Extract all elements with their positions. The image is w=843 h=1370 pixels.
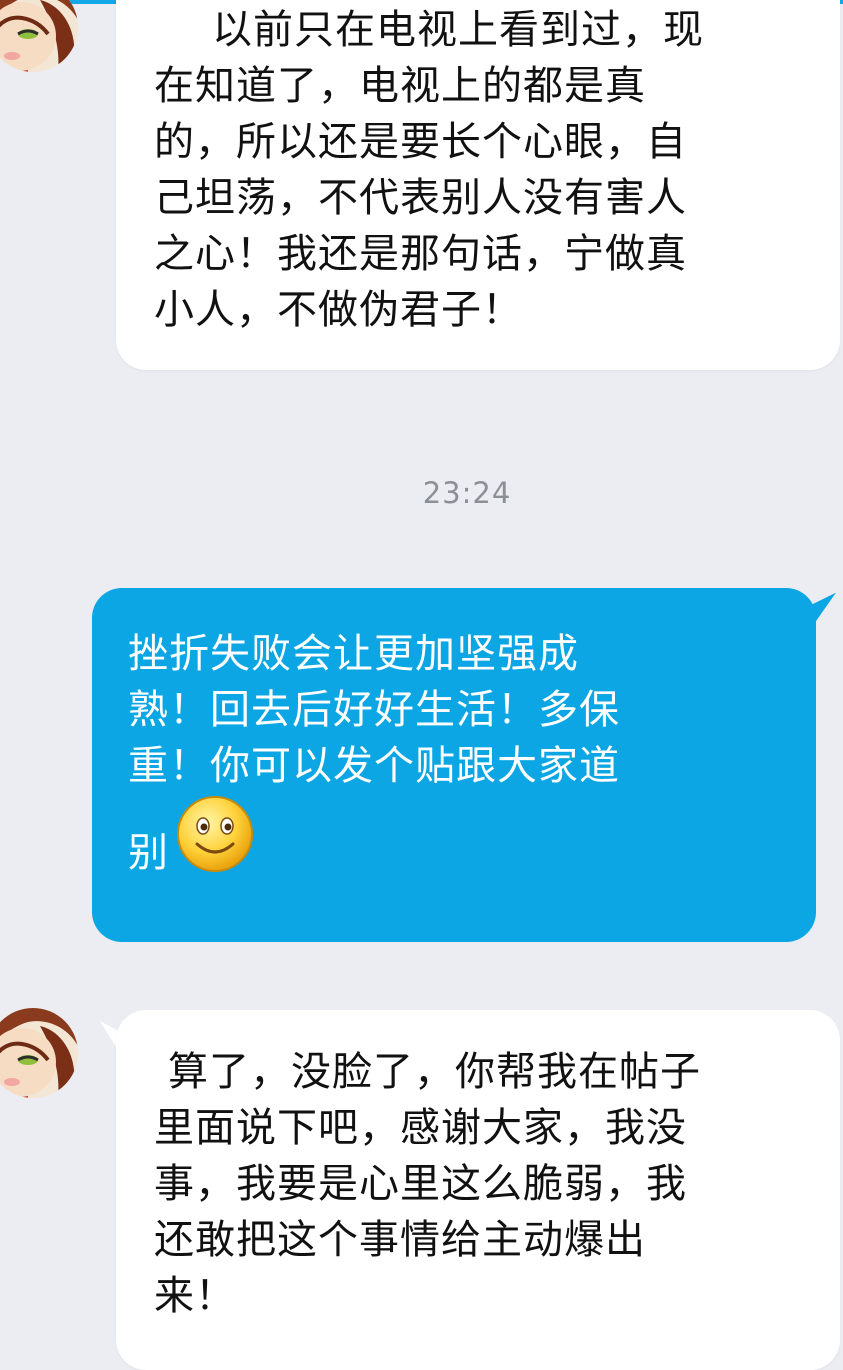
message-line: 熟！回去后好好生活！多保 — [128, 687, 620, 733]
message-line: 来！ — [154, 1273, 236, 1319]
message-line: 之心！我还是那句话，宁做真 — [154, 231, 687, 277]
outgoing-message-bubble[interactable]: 挫折失败会让更加坚强成 熟！回去后好好生活！多保 重！你可以发个贴跟大家道 别 — [92, 588, 816, 942]
message-timestamp: 23:24 — [422, 476, 512, 510]
avatar-illustration-icon — [0, 0, 78, 72]
message-line: 的，所以还是要长个心眼，自 — [154, 119, 687, 165]
contact-avatar[interactable] — [0, 1008, 78, 1098]
message-line: 事，我要是心里这么脆弱，我 — [154, 1161, 687, 1207]
message-line: 在知道了，电视上的都是真 — [154, 63, 646, 109]
message-line: 己坦荡，不代表别人没有害人 — [154, 175, 687, 221]
message-line: 挫折失败会让更加坚强成 — [128, 631, 579, 677]
message-text: 算了，没脸了，你帮我在帖子 里面说下吧，感谢大家，我没 事，我要是心里这么脆弱，… — [154, 1044, 800, 1324]
contact-avatar[interactable] — [0, 0, 78, 72]
message-line: 以前只在电视上看到过，现 — [212, 7, 704, 53]
message-line: 重！你可以发个贴跟大家道 — [128, 743, 620, 789]
avatar-illustration-icon — [0, 1008, 78, 1098]
incoming-message-bubble[interactable]: 以前只在电视上看到过，现 在知道了，电视上的都是真 的，所以还是要长个心眼，自 … — [116, 0, 840, 370]
smiley-face-icon — [177, 796, 253, 872]
message-text: 挫折失败会让更加坚强成 熟！回去后好好生活！多保 重！你可以发个贴跟大家道 别 — [128, 626, 768, 894]
message-line: 还敢把这个事情给主动爆出 — [154, 1217, 646, 1263]
message-line: 小人，不做伪君子！ — [154, 287, 523, 333]
incoming-message-bubble[interactable]: 算了，没脸了，你帮我在帖子 里面说下吧，感谢大家，我没 事，我要是心里这么脆弱，… — [116, 1010, 840, 1370]
message-line: 算了，没脸了，你帮我在帖子 — [168, 1049, 701, 1095]
message-line: 里面说下吧，感谢大家，我没 — [154, 1105, 687, 1151]
message-line: 别 — [128, 830, 169, 876]
message-text: 以前只在电视上看到过，现 在知道了，电视上的都是真 的，所以还是要长个心眼，自 … — [154, 2, 800, 338]
